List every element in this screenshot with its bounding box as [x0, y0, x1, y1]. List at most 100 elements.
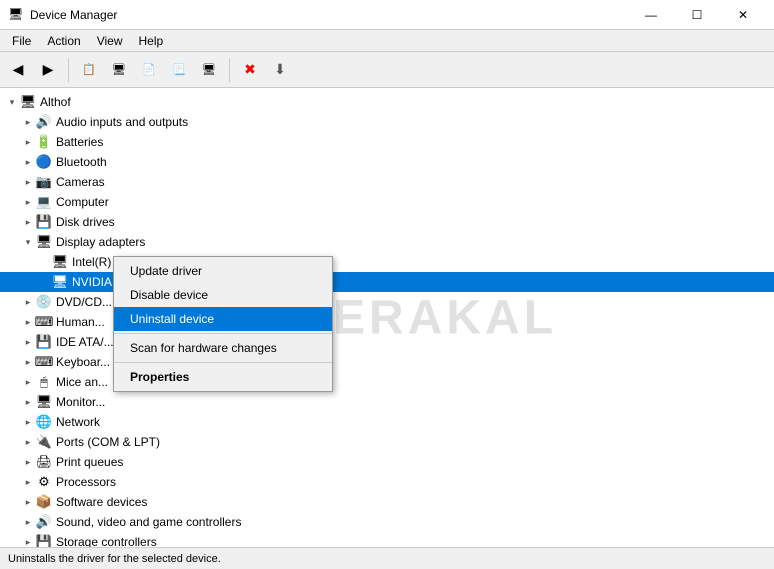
tree-item-print[interactable]: ▸🖨 Print queues — [0, 452, 774, 472]
item-label-computer: Computer — [56, 195, 109, 209]
tree-item-software[interactable]: ▸📦Software devices — [0, 492, 774, 512]
tree-item-sound[interactable]: ▸🔊 Sound, video and game controllers — [0, 512, 774, 532]
item-label-print: Print queues — [56, 455, 123, 469]
expand-icon-monitors[interactable]: ▸ — [20, 394, 36, 410]
expand-icon-human[interactable]: ▸ — [20, 314, 36, 330]
item-label-human: Human... — [56, 315, 105, 329]
tree-item-bluetooth[interactable]: ▸🔵Bluetooth — [0, 152, 774, 172]
item-label-disk: Disk drives — [56, 215, 115, 229]
expand-icon-sound[interactable]: ▸ — [20, 514, 36, 530]
item-icon-storage: 💾 — [36, 534, 52, 547]
expand-icon-software[interactable]: ▸ — [20, 494, 36, 510]
expand-icon-processors[interactable]: ▸ — [20, 474, 36, 490]
expand-icon-althof[interactable]: ▾ — [4, 94, 20, 110]
item-icon-dvdcd: 💿 — [36, 294, 52, 310]
item-icon-print: 🖨 — [36, 454, 52, 470]
menu-bar: File Action View Help — [0, 30, 774, 52]
menu-file[interactable]: File — [4, 32, 39, 50]
update-driver-button[interactable]: 📄 — [135, 56, 163, 84]
expand-icon-network[interactable]: ▸ — [20, 414, 36, 430]
expand-icon-keyboard[interactable]: ▸ — [20, 354, 36, 370]
uninstall-button[interactable]: ✖ — [236, 56, 264, 84]
menu-view[interactable]: View — [89, 32, 131, 50]
item-icon-audio: 🔊 — [36, 114, 52, 130]
scan-button[interactable]: ⬇ — [266, 56, 294, 84]
item-icon-intel: 🖥 — [52, 254, 68, 270]
item-icon-human: ⌨ — [36, 314, 52, 330]
expand-icon-display[interactable]: ▾ — [20, 234, 36, 250]
maximize-button[interactable]: ☐ — [674, 0, 720, 30]
properties-button[interactable]: 📋 — [75, 56, 103, 84]
tree-item-display[interactable]: ▾🖥 Display adapters — [0, 232, 774, 252]
menu-help[interactable]: Help — [131, 32, 172, 50]
tree-item-audio[interactable]: ▸🔊 Audio inputs and outputs — [0, 112, 774, 132]
tree-item-batteries[interactable]: ▸🔋Batteries — [0, 132, 774, 152]
forward-button[interactable]: ▶ — [34, 56, 62, 84]
ctx-separator — [114, 333, 332, 334]
main-content: ▾🖥Althof▸🔊Audio inputs and outputs▸🔋Batt… — [0, 88, 774, 547]
update-button2[interactable]: 📃 — [165, 56, 193, 84]
expand-icon-batteries[interactable]: ▸ — [20, 134, 36, 150]
tree-item-cameras[interactable]: ▸📷 Cameras — [0, 172, 774, 192]
expand-icon-mice[interactable]: ▸ — [20, 374, 36, 390]
title-bar: 🖥 Device Manager — ☐ ✕ — [0, 0, 774, 30]
item-icon-ideata: 💾 — [36, 334, 52, 350]
expand-icon-disk[interactable]: ▸ — [20, 214, 36, 230]
app-icon: 🖥 — [8, 7, 24, 23]
item-icon-software: 📦 — [36, 494, 52, 510]
expand-icon-nvidia — [36, 274, 52, 290]
minimize-button[interactable]: — — [628, 0, 674, 30]
item-icon-cameras: 📷 — [36, 174, 52, 190]
title-bar-text: Device Manager — [30, 8, 628, 22]
item-icon-keyboard: ⌨ — [36, 354, 52, 370]
ctx-item-properties[interactable]: Properties — [114, 365, 332, 389]
tree-item-processors[interactable]: ▸⚙Processors — [0, 472, 774, 492]
menu-action[interactable]: Action — [39, 32, 88, 50]
back-button[interactable]: ◀ — [4, 56, 32, 84]
item-icon-display: 🖥 — [36, 234, 52, 250]
ctx-item-uninstall[interactable]: Uninstall device — [114, 307, 332, 331]
ctx-item-scan[interactable]: Scan for hardware changes — [114, 336, 332, 360]
item-icon-mice: 🖱 — [36, 374, 52, 390]
tree-item-disk[interactable]: ▸💾Disk drives — [0, 212, 774, 232]
expand-icon-cameras[interactable]: ▸ — [20, 174, 36, 190]
item-label-ports: Ports (COM & LPT) — [56, 435, 160, 449]
item-label-althof: Althof — [40, 95, 71, 109]
item-icon-sound: 🔊 — [36, 514, 52, 530]
item-label-display: Display adapters — [56, 235, 145, 249]
item-icon-batteries: 🔋 — [36, 134, 52, 150]
expand-icon-storage[interactable]: ▸ — [20, 534, 36, 547]
expand-icon-computer[interactable]: ▸ — [20, 194, 36, 210]
item-icon-ports: 🔌 — [36, 434, 52, 450]
item-icon-monitors: 🖥 — [36, 394, 52, 410]
close-button[interactable]: ✕ — [720, 0, 766, 30]
item-icon-computer: 💻 — [36, 194, 52, 210]
expand-icon-print[interactable]: ▸ — [20, 454, 36, 470]
expand-icon-bluetooth[interactable]: ▸ — [20, 154, 36, 170]
show-hide-button[interactable]: 🖥 — [105, 56, 133, 84]
toolbar: ◀ ▶ 📋 🖥 📄 📃 🖥 ✖ ⬇ — [0, 52, 774, 88]
item-label-processors: Processors — [56, 475, 116, 489]
toolbar-separator-2 — [229, 58, 230, 82]
tree-item-computer[interactable]: ▸💻 Computer — [0, 192, 774, 212]
item-label-network: Network — [56, 415, 100, 429]
tree-item-storage[interactable]: ▸💾 Storage controllers — [0, 532, 774, 547]
expand-icon-ports[interactable]: ▸ — [20, 434, 36, 450]
item-label-mice: Mice an... — [56, 375, 108, 389]
item-label-storage: Storage controllers — [56, 535, 157, 547]
item-label-audio: Audio inputs and outputs — [56, 115, 188, 129]
ctx-item-update[interactable]: Update driver — [114, 259, 332, 283]
item-label-ideata: IDE ATA/... — [56, 335, 114, 349]
expand-icon-audio[interactable]: ▸ — [20, 114, 36, 130]
tree-item-monitors[interactable]: ▸🖥Monitor... — [0, 392, 774, 412]
tree-item-althof[interactable]: ▾🖥Althof — [0, 92, 774, 112]
computer-button[interactable]: 🖥 — [195, 56, 223, 84]
expand-icon-ideata[interactable]: ▸ — [20, 334, 36, 350]
tree-item-ports[interactable]: ▸🔌 Ports (COM & LPT) — [0, 432, 774, 452]
status-bar: Uninstalls the driver for the selected d… — [0, 547, 774, 569]
tree-item-network[interactable]: ▸🌐Network — [0, 412, 774, 432]
item-label-cameras: Cameras — [56, 175, 105, 189]
ctx-item-disable[interactable]: Disable device — [114, 283, 332, 307]
item-label-sound: Sound, video and game controllers — [56, 515, 241, 529]
expand-icon-dvdcd[interactable]: ▸ — [20, 294, 36, 310]
